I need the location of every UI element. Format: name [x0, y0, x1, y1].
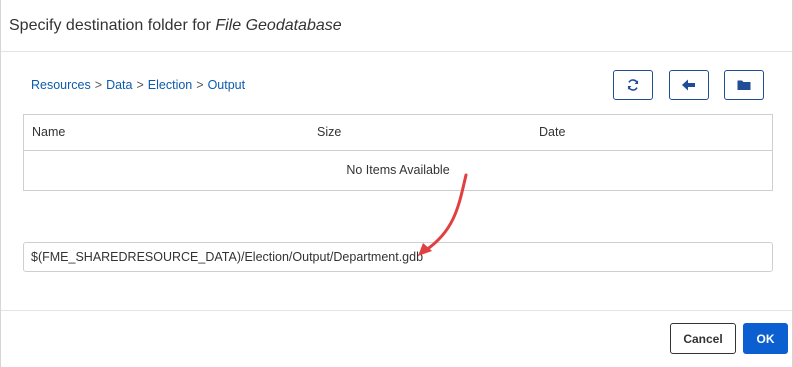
- breadcrumb-separator: >: [94, 78, 103, 92]
- breadcrumb-output[interactable]: Output: [208, 78, 246, 92]
- new-folder-button[interactable]: [724, 70, 764, 100]
- folder-icon: [737, 80, 751, 90]
- breadcrumb-separator: >: [196, 78, 204, 92]
- table-header: Name Size Date: [24, 115, 772, 151]
- empty-message: No Items Available: [346, 163, 450, 177]
- column-date[interactable]: Date: [539, 125, 565, 139]
- column-name[interactable]: Name: [32, 125, 65, 139]
- breadcrumb-data[interactable]: Data: [106, 78, 132, 92]
- breadcrumb: Resources > Data > Election > Output: [31, 78, 245, 92]
- back-button[interactable]: [669, 70, 709, 100]
- breadcrumb-resources[interactable]: Resources: [31, 78, 91, 92]
- refresh-icon: [627, 79, 639, 91]
- dialog-title: Specify destination folder for File Geod…: [9, 17, 342, 35]
- dialog-title-format: File Geodatabase: [215, 17, 342, 34]
- destination-path-input[interactable]: [23, 242, 773, 272]
- arrow-left-icon: [682, 79, 695, 91]
- destination-folder-dialog: Specify destination folder for File Geod…: [0, 0, 793, 367]
- dialog-title-prefix: Specify destination folder for: [9, 17, 216, 34]
- ok-button[interactable]: OK: [743, 323, 788, 354]
- breadcrumb-election[interactable]: Election: [148, 78, 192, 92]
- dialog-header: Specify destination folder for File Geod…: [1, 0, 792, 52]
- refresh-button[interactable]: [613, 70, 653, 100]
- file-table: Name Size Date No Items Available: [23, 114, 773, 191]
- cancel-button[interactable]: Cancel: [670, 323, 736, 354]
- breadcrumb-separator: >: [136, 78, 144, 92]
- column-size[interactable]: Size: [317, 125, 341, 139]
